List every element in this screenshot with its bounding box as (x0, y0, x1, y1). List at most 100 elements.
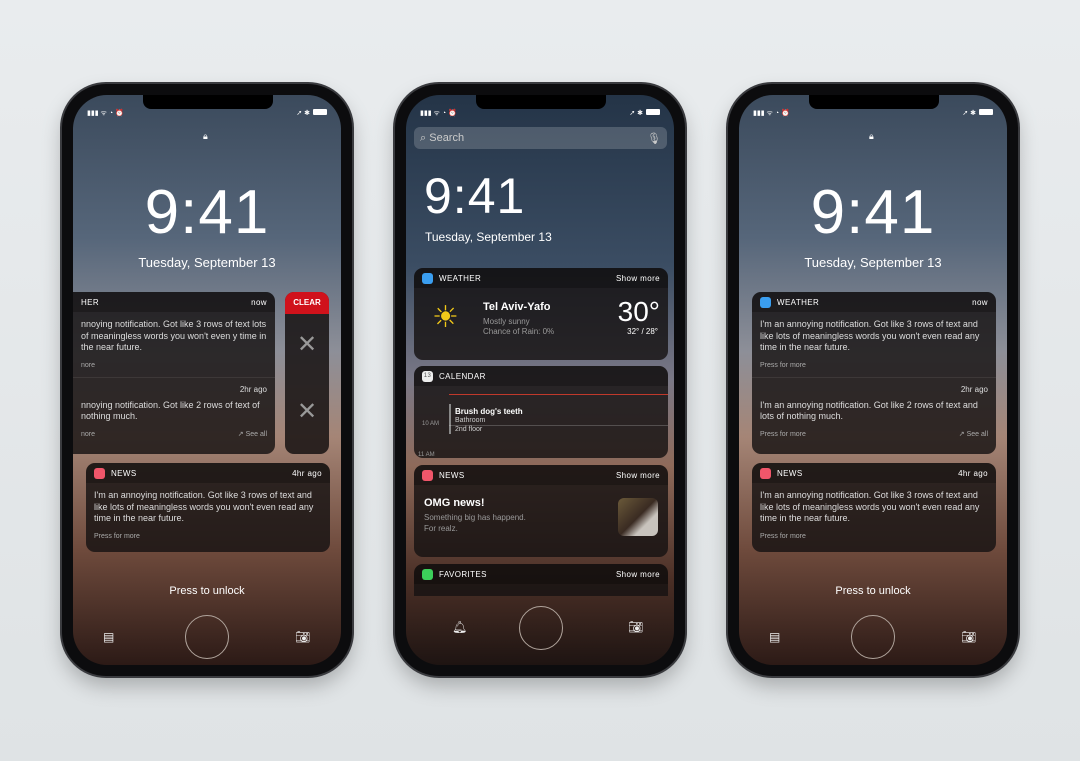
status-bar: ▮▮▮ ᯤ ◔ ⏰ ➚ ✱ (753, 107, 993, 119)
news-app-icon (422, 469, 433, 481)
camera-icon[interactable]: 📷︎ (295, 630, 310, 644)
camera-icon[interactable]: 📷︎ (628, 620, 643, 634)
news-app-icon (760, 467, 771, 479)
notification-news[interactable]: NEWS 4hr ago I'm an annoying notification… (752, 463, 996, 552)
event-location: Bathroom (455, 417, 486, 424)
event-floor: 2nd floor (455, 426, 483, 433)
home-button[interactable] (519, 606, 563, 650)
current-time-line (449, 394, 668, 395)
timestamp: now (251, 297, 267, 307)
notification-text: nnoying notification. Got like 2 rows of… (81, 399, 260, 422)
event-title: Brush dog's teeth (455, 407, 523, 416)
news-thumbnail (618, 498, 658, 536)
notification-group-weather[interactable]: WEATHER now I'm an annoying notification.… (752, 292, 996, 454)
phone-left: ▮▮▮ ᯤ ◔ ⏰ ➚ ✱ 🔒︎ 9:41 Tuesday, September … (62, 84, 352, 676)
clock: 9:41 (424, 168, 526, 224)
sun-icon: ☀ (432, 301, 459, 334)
notification-group-weather[interactable]: HER now nnoying notification. Got like 3 … (73, 292, 275, 454)
hour-label: 11 AM (418, 452, 435, 458)
notification-text: I'm an annoying notification. Got like 3… (760, 490, 980, 523)
clear-column: CLEAR ✕ ✕ (285, 292, 329, 454)
clear-button[interactable]: CLEAR (285, 292, 329, 314)
close-icon[interactable]: ✕ (285, 330, 329, 359)
notification-text: I'm an annoying notification. Got like 3… (94, 490, 314, 523)
temperature-range: 32° / 28° (627, 327, 658, 336)
bell-icon[interactable]: 🔔︎ (452, 620, 467, 634)
press-to-unlock: Press to unlock (169, 585, 245, 597)
timestamp: 4hr ago (958, 468, 988, 478)
status-left: ▮▮▮ ᯤ ◔ ⏰ (87, 109, 124, 117)
widget-weather[interactable]: WEATHER Show more ☀ Tel Aviv-Yafo Mostly … (414, 268, 668, 360)
date: Tuesday, September 13 (138, 255, 276, 270)
show-more-button[interactable]: Show more (616, 570, 660, 579)
search-placeholder: Search (429, 131, 465, 144)
calendar-app-icon: 13 (422, 370, 433, 382)
see-all-button[interactable]: ↗ See all (959, 429, 988, 441)
widget-title: FAVORITES (439, 569, 487, 579)
news-summary: For realz. (424, 524, 458, 533)
press-more: nore (81, 430, 96, 438)
phone-app-icon (422, 568, 433, 580)
battery-icon (313, 109, 327, 115)
show-more-button[interactable]: Show more (616, 274, 660, 283)
wallet-icon[interactable]: ▤ (769, 630, 780, 644)
widget-title: WEATHER (439, 273, 482, 283)
phone-right: ▮▮▮ ᯤ ◔ ⏰ ➚ ✱ 🔒︎ 9:41 Tuesday, September … (728, 84, 1018, 676)
battery-icon (979, 109, 993, 115)
press-more: Press for more (760, 361, 806, 369)
press-more: Press for more (760, 532, 806, 540)
rain-chance: Chance of Rain: 0% (483, 327, 555, 336)
timestamp: 4hr ago (292, 468, 322, 478)
condition: Mostly sunny (483, 317, 530, 326)
phone-middle: ▮▮▮ ᯤ ◔ ⏰ ➚ ✱ ⌕ Search 🎙︎ 9:41 Tuesday, Se… (395, 84, 685, 676)
press-more: Press for more (760, 430, 806, 438)
city: Tel Aviv-Yafo (483, 301, 551, 313)
news-headline: OMG news! (424, 497, 485, 509)
press-more: nore (81, 361, 96, 369)
home-button[interactable] (851, 615, 895, 659)
lock-screen: ▮▮▮ ᯤ ◔ ⏰ ➚ ✱ 🔒︎ 9:41 Tuesday, September … (73, 95, 341, 665)
lock-screen: ▮▮▮ ᯤ ◔ ⏰ ➚ ✱ 🔒︎ 9:41 Tuesday, September … (739, 95, 1007, 665)
home-button[interactable] (185, 615, 229, 659)
see-all-button[interactable]: ↗ See all (238, 429, 267, 441)
press-to-unlock: Press to unlock (835, 585, 911, 597)
status-right: ➚ ✱ (296, 110, 310, 117)
clock: 9:41 (810, 178, 936, 247)
search-icon: ⌕ (420, 131, 427, 144)
timestamp: now (972, 297, 988, 307)
show-more-button[interactable]: Show more (616, 471, 660, 480)
camera-icon[interactable]: 📷︎ (961, 630, 976, 644)
weather-app-icon (422, 272, 433, 284)
temperature: 30° (617, 296, 660, 327)
app-name: NEWS (111, 468, 137, 478)
lock-icon: 🔒︎ (869, 131, 874, 141)
widget-title: CALENDAR (439, 371, 486, 381)
date: Tuesday, September 13 (804, 255, 942, 270)
status-bar: ▮▮▮ ᯤ ◔ ⏰ ➚ ✱ (420, 107, 660, 119)
news-summary: Something big has happend. (424, 513, 526, 522)
microphone-icon[interactable]: 🎙︎ (647, 132, 661, 145)
widget-news[interactable]: NEWS Show more OMG news! Something big ha… (414, 465, 668, 557)
status-right: ➚ ✱ (629, 110, 643, 117)
widget-calendar[interactable]: 13 CALENDAR Brush dog's teeth Bathroom 2n… (414, 366, 668, 458)
notification-text: nnoying notification. Got like 3 rows of… (81, 319, 267, 352)
status-left: ▮▮▮ ᯤ ◔ ⏰ (420, 109, 457, 117)
clock: 9:41 (144, 178, 270, 247)
notification-news[interactable]: NEWS 4hr ago I'm an annoying notification… (86, 463, 330, 552)
today-view: ▮▮▮ ᯤ ◔ ⏰ ➚ ✱ ⌕ Search 🎙︎ 9:41 Tuesday, Se… (406, 95, 674, 665)
timestamp: 2hr ago (960, 385, 988, 394)
hour-label: 10 AM (422, 421, 440, 427)
news-app-icon (94, 467, 105, 479)
app-name: NEWS (777, 468, 803, 478)
battery-icon (646, 109, 660, 115)
status-right: ➚ ✱ (962, 110, 976, 117)
notification-text: I'm an annoying notification. Got like 3… (760, 319, 980, 352)
weather-app-icon (760, 296, 771, 308)
notification-text: I'm an annoying notification. Got like 2… (760, 399, 978, 422)
close-icon[interactable]: ✕ (285, 397, 329, 426)
wallet-icon[interactable]: ▤ (103, 630, 114, 644)
app-name: WEATHER (777, 297, 820, 307)
widget-favorites[interactable]: FAVORITES Show more (414, 564, 668, 596)
date: Tuesday, September 13 (425, 230, 552, 244)
search-input[interactable]: ⌕ Search 🎙︎ (414, 127, 667, 149)
